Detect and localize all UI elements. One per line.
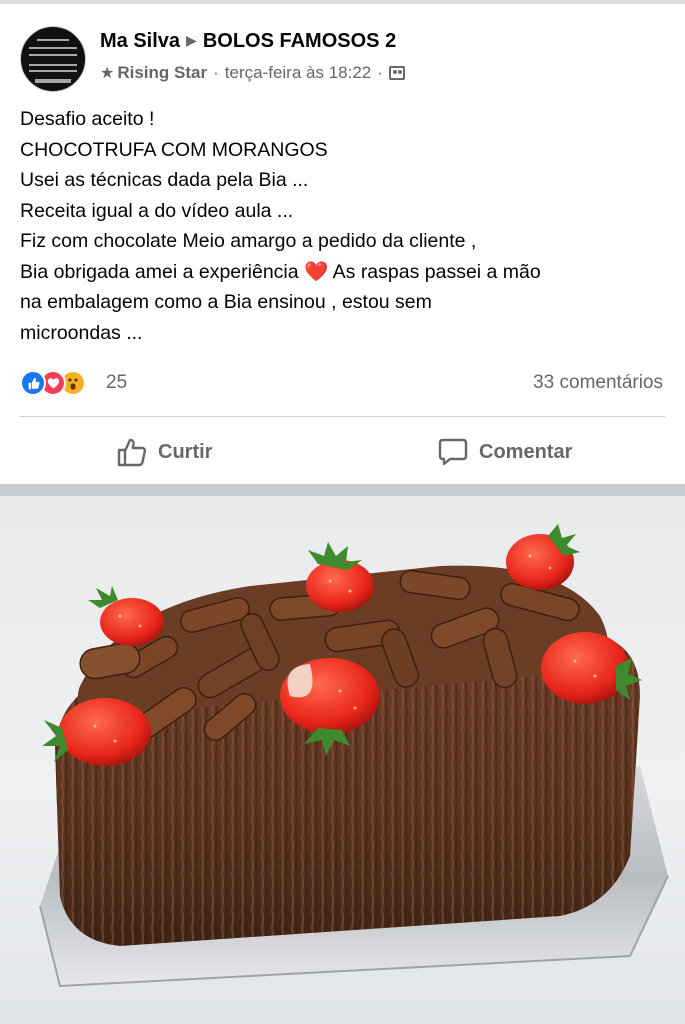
star-icon: ★ xyxy=(100,65,115,82)
post-photo[interactable] xyxy=(0,496,685,1024)
group-privacy-icon xyxy=(388,66,405,80)
group-name[interactable]: BOLOS FAMOSOS 2 xyxy=(203,30,396,52)
avatar[interactable] xyxy=(20,26,86,92)
cake-illustration xyxy=(39,524,669,988)
like-reaction-icon xyxy=(20,370,46,396)
post-text: Desafio aceito ! CHOCOTRUFA COM MORANGOS… xyxy=(20,104,670,348)
divider xyxy=(20,416,665,417)
comment-button[interactable]: Comentar xyxy=(437,432,572,472)
like-button-label: Curtir xyxy=(158,440,213,463)
comments-count[interactable]: 33 comentários xyxy=(533,372,663,394)
post-text-segment: As raspas passei a mão xyxy=(332,260,541,283)
post-text-line: na embalagem como a Bia ensinou , estou … xyxy=(20,291,432,313)
post-text-line: Bia obrigada amei a experiência ❤️ As ra… xyxy=(20,257,670,288)
post-timestamp[interactable]: terça-feira às 18:22 xyxy=(225,63,371,82)
arrow-right-icon: ▶ xyxy=(186,32,197,48)
author-name[interactable]: Ma Silva xyxy=(100,30,180,52)
comment-bubble-icon xyxy=(438,438,468,466)
post-meta: ★ Rising Star · terça-feira às 18:22 · xyxy=(100,63,405,83)
member-badge[interactable]: Rising Star xyxy=(117,63,207,82)
heart-icon: ❤️ xyxy=(304,260,329,283)
like-button[interactable]: Curtir xyxy=(116,432,212,472)
separator-dot: · xyxy=(377,63,383,82)
author-line: Ma Silva ▶ BOLOS FAMOSOS 2 xyxy=(100,30,396,53)
post-text-segment: Bia obrigada amei a experiência xyxy=(20,260,299,283)
separator-dot: · xyxy=(213,63,219,82)
thumbs-up-icon xyxy=(117,438,147,467)
feed-separator xyxy=(0,484,685,496)
post-text-line: CHOCOTRUFA COM MORANGOS xyxy=(20,138,328,161)
post-text-line: Usei as técnicas dada pela Bia ... xyxy=(20,169,309,191)
reaction-count: 25 xyxy=(106,372,128,393)
comment-button-label: Comentar xyxy=(479,440,573,463)
post-text-line: Desafio aceito ! xyxy=(20,108,155,130)
post-text-line: microondas ... xyxy=(20,321,143,344)
post-text-line: Fiz com chocolate Meio amargo a pedido d… xyxy=(20,230,477,252)
post-text-line: Receita igual a do vídeo aula ... xyxy=(20,199,294,222)
post-header: Ma Silva ▶ BOLOS FAMOSOS 2 ★ Rising Star · te… xyxy=(0,4,685,92)
